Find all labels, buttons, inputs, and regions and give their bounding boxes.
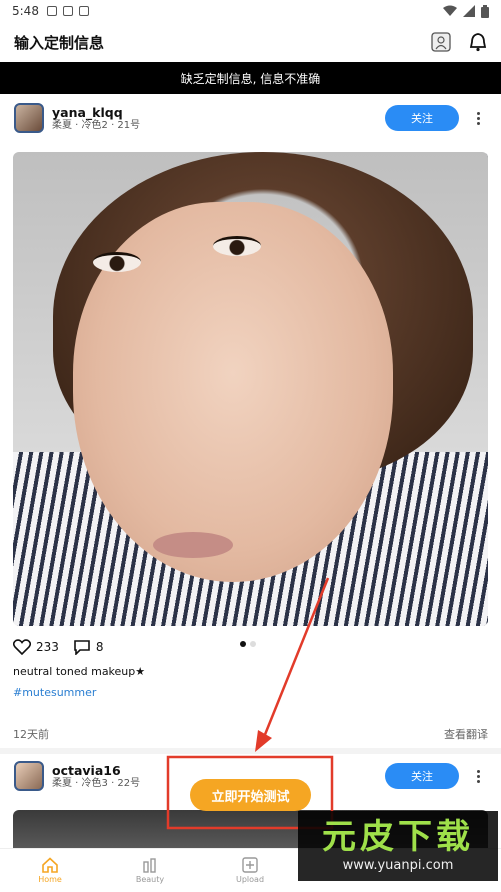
notification-a-icon [46,6,57,16]
username[interactable]: octavia16 [52,763,140,778]
post-actions: 233 8 [13,636,488,658]
carousel-indicator [240,641,256,647]
status-time: 5:48 [12,4,39,18]
watermark-url: www.yuanpi.com [342,857,454,873]
avatar[interactable] [14,761,44,791]
user-info: yana_klqq 柔夏 · 冷色2 · 21号 [52,105,140,132]
status-bar: 5:48 [0,0,501,22]
photo-lips [153,532,233,558]
upload-icon [242,857,258,873]
play-store-icon [78,6,89,16]
translate-link[interactable]: 查看翻译 [444,726,488,742]
watermark-logo: 元皮下载 [322,816,474,857]
warning-text: 缺乏定制信息, 信息不准确 [180,71,321,86]
watermark: 元皮下载 www.yuanpi.com [298,811,498,881]
nav-home-label: Home [38,875,62,884]
bell-icon[interactable] [469,32,487,52]
app-header: 输入定制信息 [0,24,501,60]
beauty-icon [143,858,156,873]
divider [0,748,501,754]
nav-home[interactable]: Home [0,849,100,892]
photo-eye-left [93,252,141,272]
user-meta: 柔夏 · 冷色3 · 22号 [52,777,141,789]
profile-icon[interactable] [431,32,451,52]
post-hashtag[interactable]: #mutesummer [13,686,96,699]
battery-icon [481,4,489,18]
wifi-icon [443,5,457,16]
home-icon [42,857,58,873]
start-test-button[interactable]: 立即开始测试 [190,779,311,811]
heart-icon[interactable] [13,639,31,655]
carousel-dot [250,641,256,647]
nav-upload-label: Upload [235,875,265,884]
post-photo[interactable] [13,152,488,626]
photo-eye-right [213,236,261,256]
page-title: 输入定制信息 [14,33,105,52]
username[interactable]: yana_klqq [52,105,140,120]
user-meta: 柔夏 · 冷色2 · 21号 [52,119,141,131]
gmail-icon [62,6,73,16]
warning-banner: 缺乏定制信息, 信息不准确 [0,62,501,94]
nav-beauty[interactable]: Beauty [100,849,200,892]
avatar[interactable] [14,103,44,133]
post-header: yana_klqq 柔夏 · 冷色2 · 21号 关注 [0,98,501,138]
comment-count: 8 [95,640,104,654]
carousel-dot-active [240,641,246,647]
more-vertical-icon[interactable] [469,769,487,783]
user-info: octavia16 柔夏 · 冷色3 · 22号 [52,763,140,790]
comment-icon[interactable] [73,639,91,655]
signal-icon [463,5,475,17]
post-caption: neutral toned makeup★ [13,665,146,678]
post-time: 12天前 [13,728,49,741]
post-footer: 12天前 查看翻译 [13,726,488,742]
follow-button[interactable]: 关注 [385,105,459,131]
nav-beauty-label: Beauty [135,875,165,884]
nav-upload[interactable]: Upload [200,849,300,892]
follow-button[interactable]: 关注 [385,763,459,789]
more-vertical-icon[interactable] [469,111,487,125]
like-count: 233 [36,640,59,654]
